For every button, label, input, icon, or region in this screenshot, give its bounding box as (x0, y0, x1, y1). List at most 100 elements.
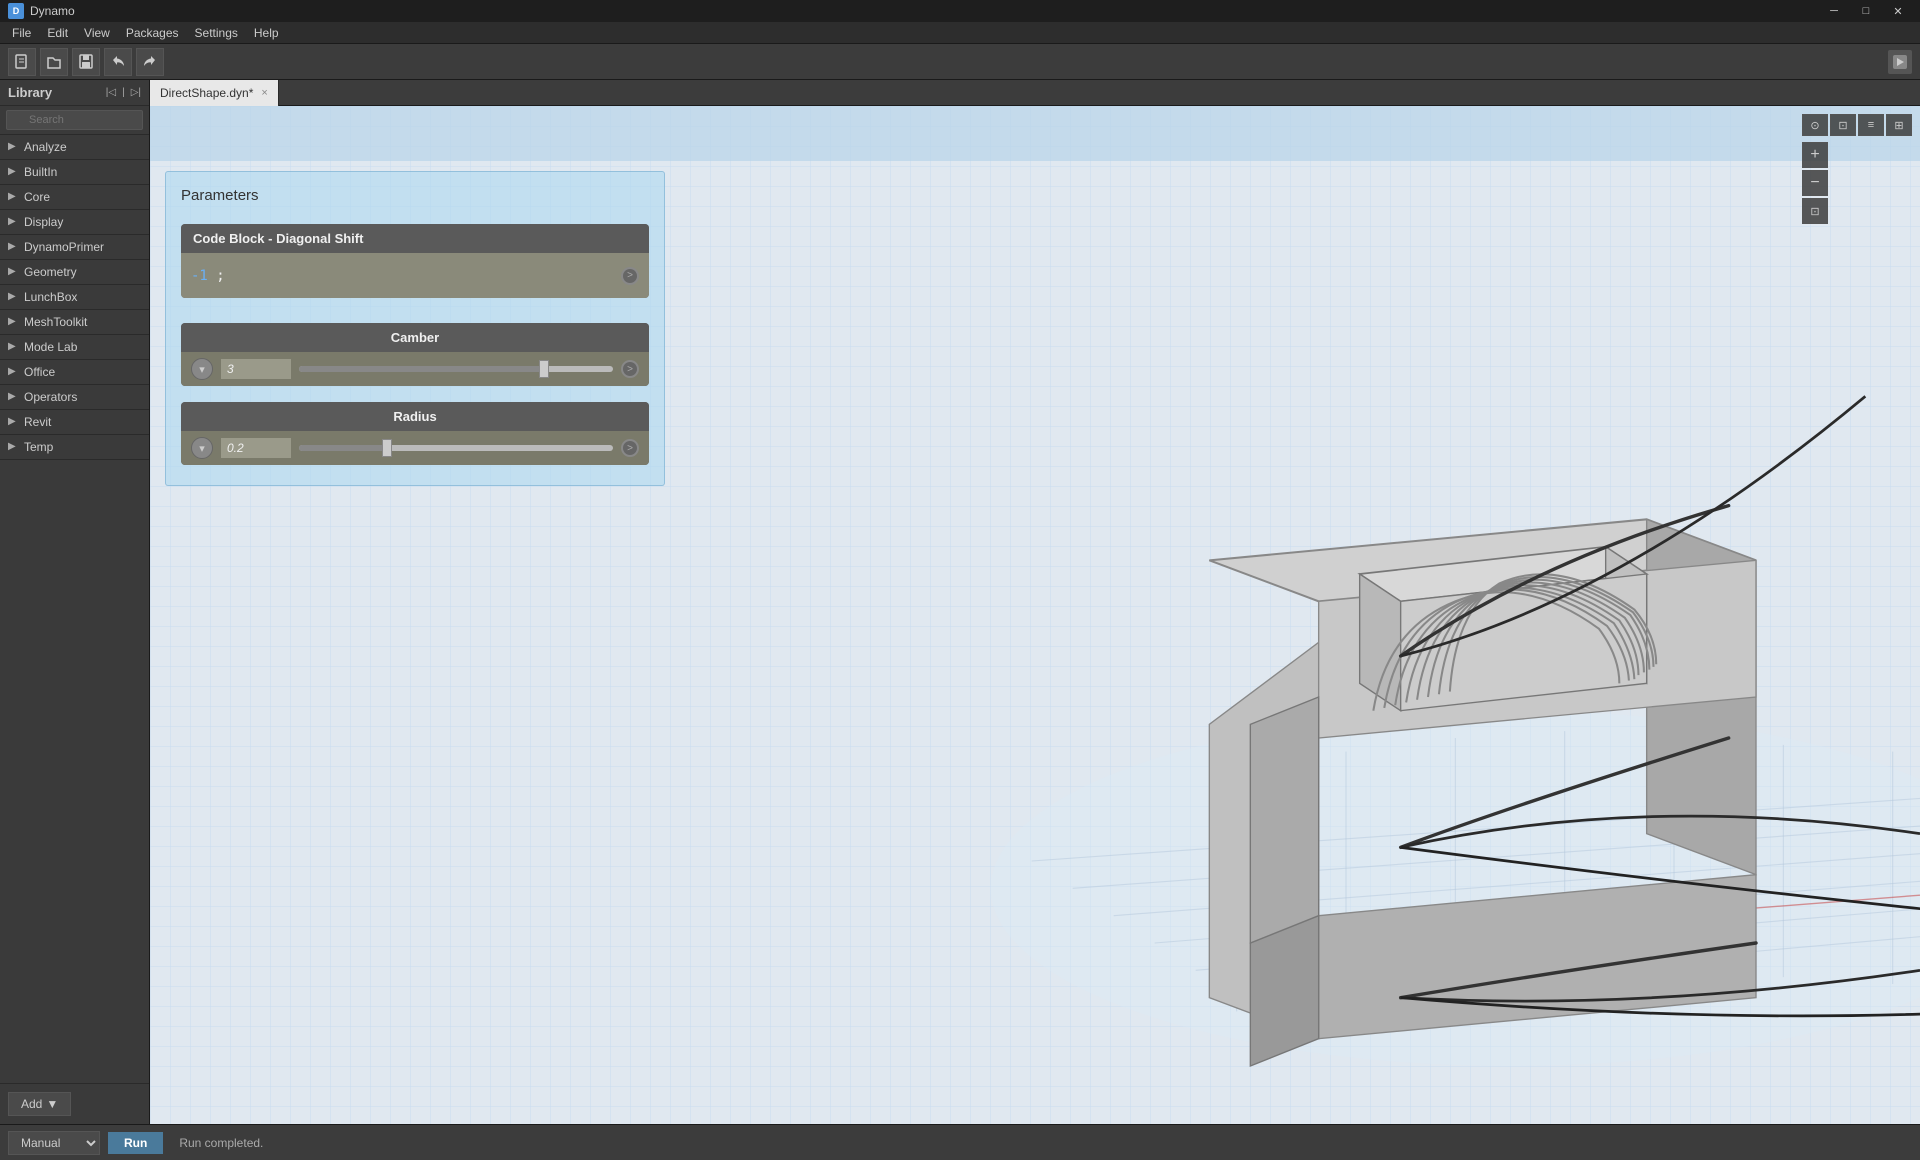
radius-dropdown[interactable]: ▾ (191, 437, 213, 459)
status-text: Run completed. (179, 1136, 263, 1150)
undo-button[interactable] (104, 48, 132, 76)
window-controls: ─ □ ✕ (1820, 0, 1912, 22)
3d-shape-viewport (690, 106, 1920, 1124)
viewport-camera-btn2[interactable]: ⊡ (1830, 114, 1856, 136)
save-button[interactable] (72, 48, 100, 76)
sidebar-item-lunchbox[interactable]: ▶ LunchBox (0, 285, 149, 310)
code-block-value: -1 ; (191, 268, 225, 284)
collapse-btn[interactable]: |◁ (106, 87, 116, 98)
menubar: FileEditViewPackagesSettingsHelp (0, 22, 1920, 44)
menu-item-view[interactable]: View (76, 24, 118, 42)
zoom-in-btn[interactable]: + (1802, 142, 1828, 168)
camber-body: ▾ > (181, 352, 649, 386)
radius-slider-track[interactable] (299, 445, 613, 451)
library-item-label: DynamoPrimer (24, 240, 104, 254)
search-input[interactable] (6, 110, 143, 130)
add-button[interactable]: Add ▼ (8, 1092, 71, 1116)
run-mode-select[interactable]: Manual Automatic (8, 1131, 100, 1155)
menu-item-packages[interactable]: Packages (118, 24, 187, 42)
titlebar: D Dynamo ─ □ ✕ (0, 0, 1920, 22)
tab-bar: DirectShape.dyn* × (150, 80, 1920, 106)
sidebar-item-builtin[interactable]: ▶BuiltIn (0, 160, 149, 185)
sidebar-item-geometry[interactable]: ▶Geometry (0, 260, 149, 285)
parameters-title: Parameters (181, 187, 649, 204)
sidebar-item-mode-lab[interactable]: ▶Mode Lab (0, 335, 149, 360)
app-icon: D (8, 3, 24, 19)
expand-arrow-icon: ▶ (8, 141, 20, 153)
maximize-button[interactable]: □ (1852, 0, 1880, 22)
radius-body: ▾ > (181, 431, 649, 465)
canvas-container: DirectShape.dyn* × Parameters Code Block… (150, 80, 1920, 1124)
sidebar-item-temp[interactable]: ▶ Temp (0, 435, 149, 460)
sidebar-header: Library |◁ | ▷| (0, 80, 149, 106)
camber-slider-fill (299, 366, 544, 372)
new-button[interactable] (8, 48, 36, 76)
library-item-label: Geometry (24, 265, 77, 279)
sidebar-item-core[interactable]: ▶Core (0, 185, 149, 210)
library-item-label: LunchBox (24, 290, 77, 304)
code-block-node[interactable]: Code Block - Diagonal Shift -1 ; > (181, 224, 649, 298)
menu-item-file[interactable]: File (4, 24, 39, 42)
sidebar-item-revit[interactable]: ▶Revit (0, 410, 149, 435)
menu-item-help[interactable]: Help (246, 24, 287, 42)
sidebar-item-meshtoolkit[interactable]: ▶MeshToolkit (0, 310, 149, 335)
radius-output-port[interactable]: > (621, 439, 639, 457)
sidebar-item-operators[interactable]: ▶Operators (0, 385, 149, 410)
library-label: Library (8, 85, 52, 100)
expand-arrow-icon: ▶ (8, 441, 20, 453)
run-indicator (1888, 50, 1912, 74)
close-button[interactable]: ✕ (1884, 0, 1912, 22)
parameters-group: Parameters Code Block - Diagonal Shift -… (165, 171, 665, 486)
viewport-menu-btn[interactable]: ≡ (1858, 114, 1884, 136)
expand-arrow-icon: ▶ (8, 166, 20, 178)
minimize-button[interactable]: ─ (1820, 0, 1848, 22)
radius-slider-thumb[interactable] (382, 439, 392, 457)
menu-item-edit[interactable]: Edit (39, 24, 76, 42)
viewport-grid-btn[interactable]: ⊞ (1886, 114, 1912, 136)
code-block-output-port[interactable]: > (621, 267, 639, 285)
expand-arrow-icon: ▶ (8, 291, 20, 303)
camber-dropdown[interactable]: ▾ (191, 358, 213, 380)
sidebar-item-dynamoprimer[interactable]: ▶DynamoPrimer (0, 235, 149, 260)
menu-item-settings[interactable]: Settings (187, 24, 246, 42)
radius-header: Radius (181, 402, 649, 431)
camber-slider-track[interactable] (299, 366, 613, 372)
search-wrapper: 🔍 (6, 110, 143, 130)
sidebar-item-office[interactable]: ▶Office (0, 360, 149, 385)
camber-slider-thumb[interactable] (539, 360, 549, 378)
sidebar: Library |◁ | ▷| 🔍 ▶Analyze▶BuiltIn▶Core▶… (0, 80, 150, 1124)
zoom-fit-btn[interactable]: ⊡ (1802, 198, 1828, 224)
camber-value-input[interactable] (221, 359, 291, 379)
sidebar-collapse-controls[interactable]: |◁ | ▷| (106, 87, 141, 98)
expand-arrow-icon: ▶ (8, 191, 20, 203)
active-tab[interactable]: DirectShape.dyn* × (150, 80, 279, 106)
viewport-3d: ⊙ ⊡ ≡ ⊞ + − ⊡ (690, 106, 1920, 1124)
library-item-label: Temp (24, 440, 53, 454)
sidebar-item-display[interactable]: ▶Display (0, 210, 149, 235)
code-block-header: Code Block - Diagonal Shift (181, 224, 649, 253)
open-button[interactable] (40, 48, 68, 76)
camber-slider-node: Camber ▾ > (181, 323, 649, 386)
radius-slider-node: Radius ▾ > (181, 402, 649, 465)
expand-arrow-icon: ▶ (8, 391, 20, 403)
camber-output-port[interactable]: > (621, 360, 639, 378)
camber-header: Camber (181, 323, 649, 352)
viewport-camera-btn1[interactable]: ⊙ (1802, 114, 1828, 136)
add-dropdown-icon: ▼ (46, 1097, 58, 1111)
pin-btn[interactable]: ▷| (131, 87, 141, 98)
library-item-label: Mode Lab (24, 340, 77, 354)
expand-btn[interactable]: | (122, 87, 125, 98)
radius-value-input[interactable] (221, 438, 291, 458)
statusbar: Manual Automatic Run Run completed. (0, 1124, 1920, 1160)
canvas-viewport[interactable]: Parameters Code Block - Diagonal Shift -… (150, 106, 1920, 1124)
radius-slider-fill (299, 445, 387, 451)
expand-arrow-icon: ▶ (8, 416, 20, 428)
library-items-list: ▶Analyze▶BuiltIn▶Core▶Display▶DynamoPrim… (0, 135, 149, 1083)
close-tab-button[interactable]: × (261, 87, 267, 99)
run-button[interactable]: Run (108, 1132, 163, 1154)
redo-button[interactable] (136, 48, 164, 76)
app-title: Dynamo (30, 4, 1820, 18)
sidebar-item-analyze[interactable]: ▶Analyze (0, 135, 149, 160)
zoom-out-btn[interactable]: − (1802, 170, 1828, 196)
code-block-body: -1 ; > (181, 253, 649, 298)
